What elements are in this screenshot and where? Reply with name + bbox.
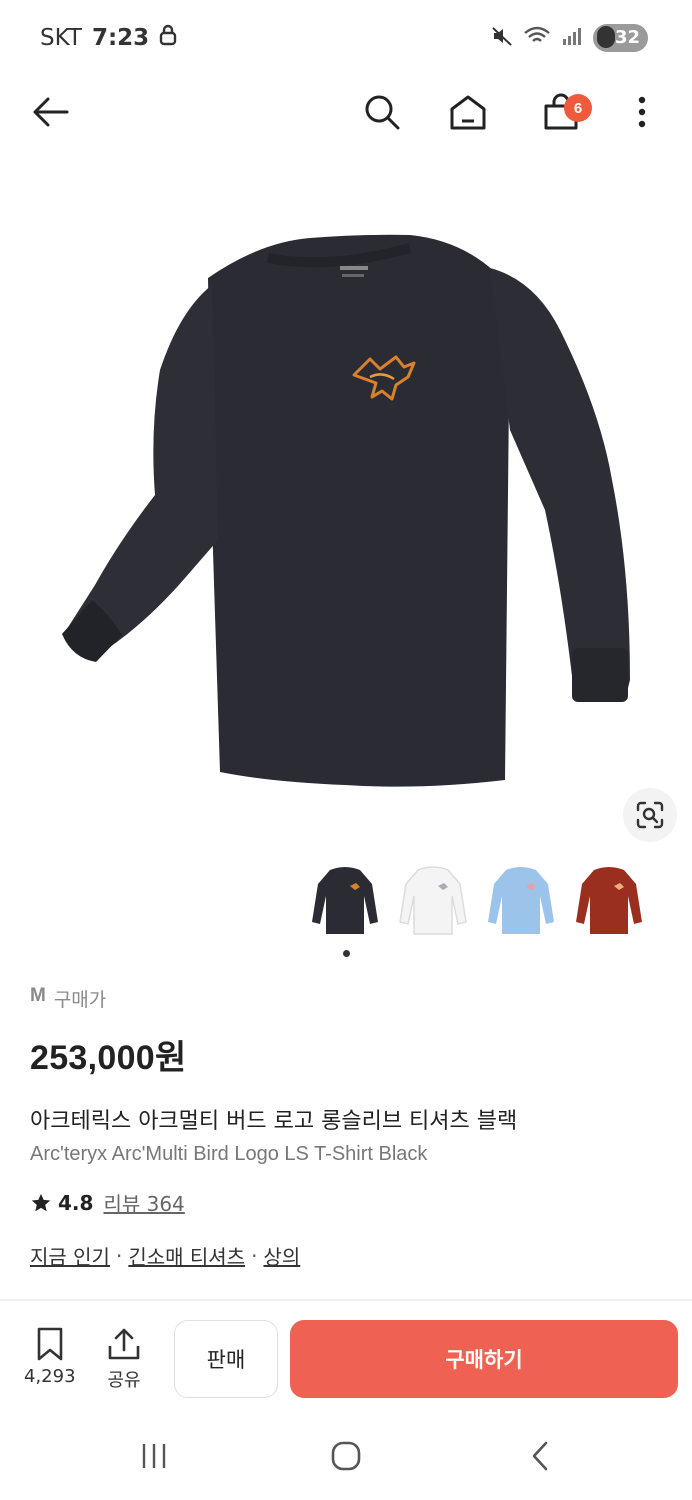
home-system-button[interactable] <box>316 1436 376 1476</box>
breadcrumb-separator: · <box>115 1243 123 1268</box>
more-button[interactable] <box>616 86 668 138</box>
buy-button[interactable]: 구매하기 <box>290 1320 678 1398</box>
size-value: M <box>30 985 46 1006</box>
more-vertical-icon <box>638 96 646 128</box>
section-divider <box>0 1299 692 1301</box>
product-title-korean: 아크테릭스 아크멀티 버드 로고 롱슬리브 티셔츠 블랙 <box>30 1109 518 1134</box>
price-type-label: 구매가 <box>53 990 107 1011</box>
image-search-button[interactable] <box>623 788 677 842</box>
battery-indicator: 32 <box>592 24 648 52</box>
home-button[interactable] <box>442 86 494 138</box>
thumbnail-white[interactable] <box>394 860 472 942</box>
star-icon <box>31 1193 51 1211</box>
sell-button[interactable]: 판매 <box>174 1320 278 1398</box>
home-icon <box>450 95 486 130</box>
lens-scan-icon <box>636 801 664 829</box>
rating-row: 4.8 리뷰 364 <box>30 1188 670 1217</box>
lock-icon <box>159 24 177 52</box>
clock: 7:23 <box>91 25 150 51</box>
status-right: 32 <box>491 24 648 52</box>
cart-button[interactable]: 6 <box>530 86 592 138</box>
status-left: SKT 7:23 <box>40 24 177 52</box>
status-bar: SKT 7:23 32 <box>0 0 692 76</box>
shirt-thumbnail-black-icon <box>312 867 378 934</box>
color-thumbnails <box>306 860 648 942</box>
thumbnail-black[interactable] <box>306 860 384 942</box>
breadcrumb-separator: · <box>251 1243 258 1268</box>
rating-score: 4.8 <box>58 1190 94 1215</box>
share-button[interactable]: 공유 <box>106 1326 142 1392</box>
back-system-button[interactable] <box>510 1436 570 1476</box>
home-circle-icon <box>331 1441 361 1471</box>
top-nav: 6 <box>0 76 692 146</box>
back-button[interactable] <box>24 86 76 138</box>
long-sleeve-shirt-image <box>62 234 630 787</box>
recent-apps-button[interactable] <box>124 1436 184 1476</box>
signal-icon <box>561 26 583 50</box>
category-link-long-sleeve[interactable]: 긴소매 티셔츠 <box>128 1241 245 1270</box>
cart-count-badge: 6 <box>564 94 592 122</box>
battery-bolt-icon <box>596 26 615 48</box>
mute-icon <box>491 25 513 51</box>
share-label: 공유 <box>107 1370 141 1391</box>
back-arrow-icon <box>33 97 69 127</box>
search-icon <box>365 95 400 130</box>
shirt-thumbnail-white-icon <box>399 866 467 935</box>
share-icon <box>108 1328 140 1360</box>
carousel-indicator-dot <box>343 950 350 957</box>
wifi-icon <box>523 25 551 51</box>
search-button[interactable] <box>356 86 408 138</box>
product-price: 253,000원 <box>30 1039 187 1077</box>
product-title-english: Arc'teryx Arc'Multi Bird Logo LS T-Shirt… <box>30 1143 428 1165</box>
category-breadcrumb: 지금 인기 · 긴소매 티셔츠 · 상의 <box>30 1241 670 1270</box>
shirt-thumbnail-red-icon <box>576 867 642 934</box>
bookmark-count: 4,293 <box>24 1366 76 1387</box>
product-info: M 구매가 253,000원 아크테릭스 아크멀티 버드 로고 롱슬리브 티셔츠… <box>30 985 670 1270</box>
recent-apps-icon <box>142 1444 166 1468</box>
category-link-tops[interactable]: 상의 <box>263 1241 300 1270</box>
chevron-left-icon <box>532 1441 548 1471</box>
thumbnail-light-blue[interactable] <box>482 860 560 942</box>
thumbnail-red[interactable] <box>570 860 648 942</box>
size-price-label: M 구매가 <box>30 985 670 1012</box>
review-link[interactable]: 리뷰 364 <box>103 1188 184 1217</box>
bottom-action-bar: 4,293 공유 판매 구매하기 <box>0 1310 692 1410</box>
category-link-trending[interactable]: 지금 인기 <box>30 1241 110 1270</box>
bookmark-button[interactable]: 4,293 <box>24 1326 76 1387</box>
system-navigation-bar <box>0 1420 692 1500</box>
carrier: SKT <box>40 25 82 51</box>
shirt-thumbnail-light-blue-icon <box>488 867 554 934</box>
bookmark-icon <box>37 1327 63 1361</box>
product-hero-image[interactable] <box>0 160 692 840</box>
battery-level: 32 <box>614 27 640 48</box>
